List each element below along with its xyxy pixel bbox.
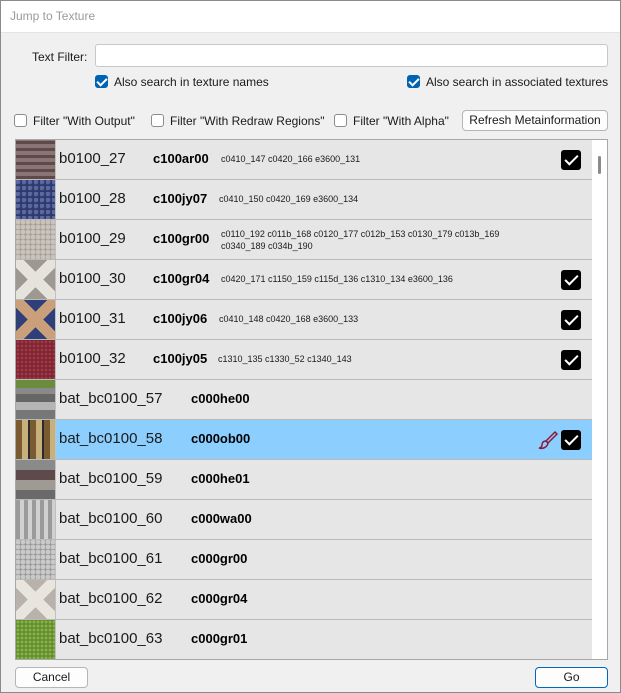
- texture-name: b0100_27: [59, 150, 126, 167]
- associated-textures: c1310_135 c1330_52 c1340_143: [218, 354, 352, 364]
- associated-textures: c0110_192 c011b_168 c0120_177 c012b_153 …: [221, 229, 500, 251]
- texture-name: bat_bc0100_57: [59, 390, 163, 407]
- texture-thumbnail: [16, 580, 56, 619]
- scrollbar-thumb[interactable]: [598, 156, 601, 174]
- texture-name: bat_bc0100_60: [59, 510, 163, 527]
- texture-name: b0100_30: [59, 270, 126, 287]
- texture-name: b0100_29: [59, 230, 126, 247]
- texture-row[interactable]: b0100_28 c100jy07 c0410_150 c0420_169 e360…: [16, 180, 592, 220]
- texture-code: c100jy07: [153, 191, 208, 206]
- texture-name: b0100_31: [59, 310, 126, 327]
- texture-code: c000gr00: [191, 551, 248, 566]
- text-filter-label: Text Filter:: [32, 50, 88, 64]
- associated-textures: c0420_171 c1150_159 c115d_136 c1310_134 …: [221, 274, 453, 284]
- also-search-names-checkbox[interactable]: [95, 75, 108, 88]
- texture-code: c100jy06: [153, 311, 208, 326]
- texture-row[interactable]: bat_bc0100_61 c000gr00: [16, 540, 592, 580]
- texture-thumbnail: [16, 140, 56, 179]
- texture-name: bat_bc0100_61: [59, 550, 163, 567]
- also-search-names-label[interactable]: Also search in texture names: [114, 75, 269, 89]
- texture-code: c100gr04: [153, 271, 210, 286]
- texture-code: c100ar00: [153, 151, 209, 166]
- texture-thumbnail: [16, 340, 56, 379]
- texture-thumbnail: [16, 260, 56, 299]
- filter-with-alpha-label[interactable]: Filter "With Alpha": [353, 114, 449, 128]
- title-bar[interactable]: Jump to Texture: [1, 1, 620, 33]
- filter-with-output-checkbox[interactable]: [14, 114, 27, 127]
- jump-to-texture-dialog: Jump to Texture Text Filter: Also search…: [0, 0, 621, 693]
- also-search-assoc-label[interactable]: Also search in associated textures: [426, 75, 608, 89]
- texture-row[interactable]: bat_bc0100_59 c000he01: [16, 460, 592, 500]
- texture-code: c000gr04: [191, 591, 248, 606]
- filter-with-redraw-label[interactable]: Filter "With Redraw Regions": [170, 114, 325, 128]
- texture-row[interactable]: b0100_27 c100ar00 c0410_147 c0420_166 e360…: [16, 140, 592, 180]
- row-checkbox[interactable]: [561, 150, 581, 170]
- texture-code: c000he00: [191, 391, 250, 406]
- texture-thumbnail: [16, 220, 56, 259]
- texture-row[interactable]: b0100_30 c100gr04 c0420_171 c1150_159 c115…: [16, 260, 592, 300]
- texture-code: c000wa00: [191, 511, 252, 526]
- texture-row[interactable]: bat_bc0100_60 c000wa00: [16, 500, 592, 540]
- texture-rows: b0100_27 c100ar00 c0410_147 c0420_166 e360…: [16, 140, 592, 659]
- texture-code: c000gr01: [191, 631, 248, 646]
- also-search-assoc-checkbox[interactable]: [407, 75, 420, 88]
- texture-row[interactable]: bat_bc0100_58 c000ob00: [16, 420, 592, 460]
- texture-thumbnail: [16, 380, 56, 419]
- paint-brush-icon[interactable]: [537, 429, 559, 451]
- associated-textures: c0410_148 c0420_168 e3600_133: [219, 314, 359, 324]
- texture-thumbnail: [16, 460, 56, 499]
- texture-thumbnail: [16, 500, 56, 539]
- texture-row[interactable]: bat_bc0100_62 c000gr04: [16, 580, 592, 620]
- filter-with-output-label[interactable]: Filter "With Output": [33, 114, 135, 128]
- texture-code: c000ob00: [191, 431, 251, 446]
- texture-name: bat_bc0100_58: [59, 430, 163, 447]
- texture-thumbnail: [16, 180, 56, 219]
- texture-row[interactable]: bat_bc0100_63 c000gr01: [16, 620, 592, 659]
- texture-row[interactable]: bat_bc0100_57 c000he00: [16, 380, 592, 420]
- vertical-scrollbar[interactable]: [593, 140, 607, 659]
- row-checkbox[interactable]: [561, 270, 581, 290]
- row-checkbox[interactable]: [561, 310, 581, 330]
- texture-row[interactable]: b0100_29 c100gr00 c0110_192 c011b_168 c012…: [16, 220, 592, 260]
- texture-name: bat_bc0100_62: [59, 590, 163, 607]
- texture-thumbnail: [16, 300, 56, 339]
- window-title: Jump to Texture: [10, 9, 96, 23]
- texture-row[interactable]: b0100_32 c100jy05 c1310_135 c1330_52 c1340…: [16, 340, 592, 380]
- texture-name: b0100_32: [59, 350, 126, 367]
- texture-thumbnail: [16, 420, 56, 459]
- texture-code: c000he01: [191, 471, 250, 486]
- cancel-button[interactable]: Cancel: [15, 667, 88, 688]
- go-button[interactable]: Go: [535, 667, 608, 688]
- texture-name: bat_bc0100_59: [59, 470, 163, 487]
- texture-thumbnail: [16, 540, 56, 579]
- texture-list[interactable]: b0100_27 c100ar00 c0410_147 c0420_166 e360…: [15, 139, 608, 660]
- associated-textures: c0410_150 c0420_169 e3600_134: [219, 194, 359, 204]
- filter-with-alpha-checkbox[interactable]: [334, 114, 347, 127]
- row-checkbox[interactable]: [561, 430, 581, 450]
- texture-code: c100gr00: [153, 231, 210, 246]
- texture-thumbnail: [16, 620, 56, 659]
- text-filter-input[interactable]: [95, 44, 608, 67]
- row-checkbox[interactable]: [561, 350, 581, 370]
- texture-row[interactable]: b0100_31 c100jy06 c0410_148 c0420_168 e360…: [16, 300, 592, 340]
- texture-code: c100jy05: [153, 351, 208, 366]
- filter-with-redraw-checkbox[interactable]: [151, 114, 164, 127]
- refresh-metainformation-button[interactable]: Refresh Metainformation: [462, 110, 608, 131]
- associated-textures: c0410_147 c0420_166 e3600_131: [221, 154, 361, 164]
- texture-name: bat_bc0100_63: [59, 630, 163, 647]
- texture-name: b0100_28: [59, 190, 126, 207]
